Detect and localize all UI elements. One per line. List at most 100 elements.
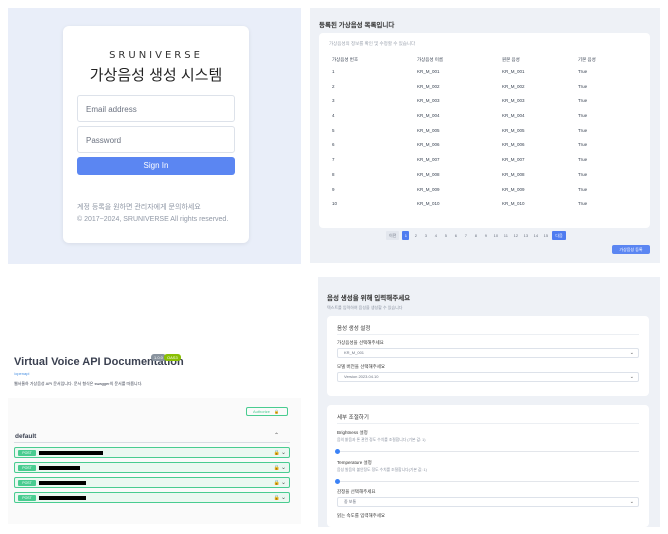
- temperature-slider-thumb[interactable]: [335, 479, 340, 484]
- table-cell: KR_M_009: [502, 186, 525, 192]
- page-button[interactable]: 10: [492, 231, 499, 240]
- table-cell: KR_M_010: [417, 201, 440, 207]
- table-row[interactable]: 2 KR_M_002 KR_M_002 True: [332, 82, 640, 97]
- temperature-hint: 음성 발음의 불안정도 정도 수치를 조절합니다(기본 값: 1): [337, 468, 427, 472]
- chevron-up-icon[interactable]: ⌃: [274, 432, 279, 439]
- table-row[interactable]: 4 KR_M_004 KR_M_004 True: [332, 111, 640, 126]
- section-title[interactable]: default: [15, 433, 36, 440]
- chevron-down-icon: ⌄: [629, 499, 634, 505]
- table-cell: 7: [332, 157, 335, 163]
- voice-table: 가상음성 번호 가상음성 이름 원본 음성 기본 음성 1 KR_M_001 KR_…: [332, 55, 640, 214]
- add-voice-button[interactable]: 가상음성 등록: [612, 245, 650, 254]
- settings-card-title: 음성 생성 설정: [337, 326, 371, 332]
- table-cell: True: [578, 127, 588, 133]
- prev-page-button[interactable]: 이전: [386, 231, 400, 240]
- table-row[interactable]: 7 KR_M_007 KR_M_007 True: [332, 155, 640, 170]
- table-cell: 10: [332, 201, 338, 207]
- page-title: 가상음성 생성 시스템: [89, 67, 223, 84]
- table-cell: True: [578, 83, 588, 89]
- method-badge: POST: [18, 465, 36, 471]
- method-badge: POST: [18, 480, 36, 486]
- column-header: 가상음성 이름: [417, 57, 444, 62]
- model-select[interactable]: Version 2023.04.10 ⌄: [337, 372, 639, 382]
- table-cell: 4: [332, 113, 335, 119]
- chevron-down-icon[interactable]: ⌄: [281, 464, 286, 472]
- chevron-down-icon: ⌄: [629, 350, 634, 356]
- table-cell: KR_M_005: [417, 127, 440, 133]
- page-button[interactable]: 15: [542, 231, 549, 240]
- authorize-button[interactable]: Authorize 🔒: [246, 407, 288, 416]
- table-row[interactable]: 8 KR_M_008 KR_M_008 True: [332, 170, 640, 185]
- chevron-down-icon[interactable]: ⌄: [281, 494, 286, 502]
- table-cell: 1: [332, 69, 335, 74]
- page-button[interactable]: 11: [502, 231, 509, 240]
- table-row[interactable]: 10 KR_M_010 KR_M_010 True: [332, 199, 640, 214]
- page-button[interactable]: 1: [402, 231, 410, 240]
- page-button[interactable]: 5: [442, 231, 449, 240]
- page-button[interactable]: 2: [412, 231, 419, 240]
- divider: [337, 334, 639, 335]
- table-cell: KR_M_001: [417, 69, 440, 74]
- brand-logo: SRUNIVERSE: [109, 50, 203, 61]
- table-cell: KR_M_007: [417, 157, 440, 163]
- page-button[interactable]: 9: [482, 231, 489, 240]
- brightness-slider-thumb[interactable]: [335, 449, 340, 454]
- lock-icon[interactable]: 🔒: [274, 479, 280, 487]
- endpoint-row[interactable]: POST 🔒 ⌄: [14, 477, 290, 488]
- lock-icon[interactable]: 🔒: [274, 494, 280, 502]
- lock-icon[interactable]: 🔒: [274, 464, 280, 472]
- table-cell: True: [578, 69, 588, 74]
- synthesis-title: 음성 생성을 위해 입력해주세요: [327, 295, 411, 302]
- table-cell: KR_M_006: [502, 142, 525, 148]
- page-button[interactable]: 7: [462, 231, 469, 240]
- table-cell: KR_M_008: [502, 171, 525, 177]
- table-row[interactable]: 9 KR_M_009 KR_M_009 True: [332, 185, 640, 200]
- chevron-down-icon[interactable]: ⌄: [281, 449, 286, 457]
- table-cell: KR_M_005: [502, 127, 525, 133]
- page-button[interactable]: 8: [472, 231, 479, 240]
- table-cell: KR_M_002: [417, 83, 440, 89]
- temperature-slider[interactable]: [335, 479, 639, 484]
- endpoint-row[interactable]: POST 🔒 ⌄: [14, 447, 290, 458]
- table-row[interactable]: 5 KR_M_005 KR_M_005 True: [332, 126, 640, 141]
- synthesis-subtitle: 텍스트를 입력하여 음성을 생성할 수 있습니다: [327, 305, 403, 310]
- table-cell: KR_M_001: [502, 69, 525, 74]
- voice-select[interactable]: KR_M_001 ⌄: [337, 348, 639, 358]
- table-cell: KR_M_008: [417, 171, 440, 177]
- table-cell: True: [578, 171, 588, 177]
- sign-in-button[interactable]: Sign In: [77, 157, 235, 175]
- table-row[interactable]: 1 KR_M_001 KR_M_001 True: [332, 67, 640, 82]
- page-button[interactable]: 14: [532, 231, 539, 240]
- table-cell: 5: [332, 127, 335, 133]
- authorize-label: Authorize: [253, 409, 270, 414]
- brightness-slider[interactable]: [335, 449, 639, 454]
- voice-list-card: 가상음성의 정보를 확인 및 수정할 수 있습니다 가상음성 번호 가상음성 이…: [319, 33, 650, 228]
- table-row[interactable]: 6 KR_M_006 KR_M_006 True: [332, 140, 640, 155]
- table-cell: KR_M_007: [502, 157, 525, 163]
- brightness-hint: 음의 밝음과 톤 관련 정도 수치를 조절합니다 (기본 값: 1): [337, 438, 426, 442]
- table-row[interactable]: 3 KR_M_003 KR_M_003 True: [332, 96, 640, 111]
- page-button[interactable]: 12: [512, 231, 519, 240]
- login-panel: SRUNIVERSE 가상음성 생성 시스템 Email address Pas…: [8, 8, 301, 264]
- chevron-down-icon[interactable]: ⌄: [281, 479, 286, 487]
- endpoint-row[interactable]: POST 🔒 ⌄: [14, 462, 290, 473]
- table-cell: True: [578, 98, 588, 104]
- openapi-link[interactable]: /openapi: [14, 371, 29, 376]
- email-field[interactable]: Email address: [77, 95, 235, 122]
- page-button[interactable]: 6: [452, 231, 459, 240]
- page-button[interactable]: 3: [422, 231, 429, 240]
- password-field[interactable]: Password: [77, 126, 235, 153]
- column-header: 원본 음성: [502, 57, 520, 62]
- copyright-text: © 2017~2024, SRUNIVERSE All rights reser…: [77, 216, 229, 223]
- lock-icon[interactable]: 🔒: [274, 449, 280, 457]
- voice-select-value: KR_M_001: [344, 350, 365, 355]
- lock-icon: 🔒: [274, 409, 280, 414]
- page-button[interactable]: 4: [432, 231, 439, 240]
- next-page-button[interactable]: 다음: [552, 231, 566, 240]
- page-button[interactable]: 13: [522, 231, 529, 240]
- table-header: 가상음성 번호 가상음성 이름 원본 음성 기본 음성: [332, 55, 640, 67]
- table-cell: KR_M_006: [417, 142, 440, 148]
- endpoint-row[interactable]: POST 🔒 ⌄: [14, 492, 290, 503]
- redacted-path: [39, 481, 86, 485]
- emotion-select[interactable]: 중 보통 ⌄: [337, 497, 639, 507]
